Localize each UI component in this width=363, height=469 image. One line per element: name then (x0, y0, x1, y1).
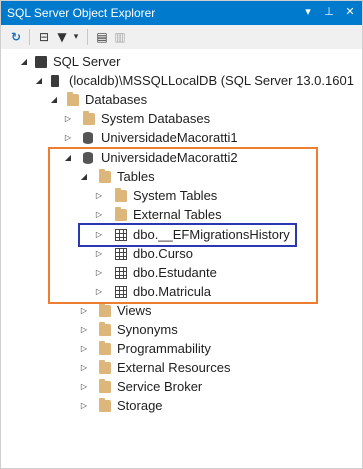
tree-item-storage[interactable]: ▷ Storage (1, 397, 362, 415)
toolbar-separator (87, 29, 88, 45)
tree-item-label: Views (117, 303, 152, 318)
collapse-arrow-icon[interactable]: ◢ (19, 53, 29, 71)
collapse-arrow-icon[interactable]: ◢ (49, 91, 59, 109)
tree-item-system-databases[interactable]: ▷ System Databases (1, 110, 362, 128)
tree-item-synonyms[interactable]: ▷ Synonyms (1, 321, 362, 339)
folder-icon (83, 111, 95, 125)
tree-item-label: Synonyms (117, 322, 178, 337)
tree-item-service-broker[interactable]: ▷ Service Broker (1, 378, 362, 396)
tree-item-label: Databases (85, 92, 148, 107)
object-explorer-window: SQL Server Object Explorer ▾ ⊥ ✕ ↻ ⊟ ▼ ▾… (0, 0, 363, 469)
toolbar: ↻ ⊟ ▼ ▾ ▤ ▥ (1, 25, 362, 50)
server-icon (51, 75, 59, 87)
tree-item-server-instance[interactable]: ◢ (localdb)\MSSQLLocalDB (SQL Server 13.… (1, 72, 362, 90)
tree-item-label: Programmability (117, 341, 211, 356)
highlight-box-migrations-table (78, 223, 297, 247)
tree-item-label: UniversidadeMacoratti1 (101, 130, 238, 145)
database-icon (83, 132, 93, 144)
sql-server-icon (35, 56, 47, 68)
dropdown-icon[interactable]: ▾ (301, 4, 315, 20)
pin-icon[interactable]: ⊥ (322, 4, 336, 20)
folder-icon (99, 379, 111, 393)
folder-icon (99, 360, 111, 374)
collapse-arrow-icon[interactable]: ◢ (34, 72, 44, 90)
tree-item-label: External Resources (117, 360, 231, 375)
tree-item-external-resources[interactable]: ▷ External Resources (1, 359, 362, 377)
disconnect-icon[interactable]: ▥ (111, 28, 129, 46)
expand-arrow-icon[interactable]: ▷ (79, 302, 89, 320)
folder-icon (99, 303, 111, 317)
close-icon[interactable]: ✕ (343, 4, 357, 20)
tree-item-label: Service Broker (117, 379, 203, 394)
tree-item-sql-server[interactable]: ◢ SQL Server (1, 53, 362, 71)
refresh-icon[interactable]: ↻ (7, 28, 25, 46)
expand-arrow-icon[interactable]: ▷ (79, 321, 89, 339)
tree-item-label: SQL Server (53, 54, 121, 69)
tree-item-label: System Databases (101, 111, 211, 126)
toolbar-separator (29, 29, 30, 45)
new-query-icon[interactable]: ▤ (93, 28, 111, 46)
tree-item-label: (localdb)\MSSQLLocalDB (SQL Server 13.0.… (69, 73, 354, 88)
folder-icon (99, 322, 111, 336)
collapse-all-icon[interactable]: ⊟ (35, 28, 53, 46)
filter-dropdown-icon[interactable]: ▾ (67, 28, 85, 46)
tree-item-database-1[interactable]: ▷ UniversidadeMacoratti1 (1, 129, 362, 147)
expand-arrow-icon[interactable]: ▷ (63, 110, 73, 128)
tree-item-databases[interactable]: ◢ Databases (1, 91, 362, 109)
expand-arrow-icon[interactable]: ▷ (79, 378, 89, 396)
window-title: SQL Server Object Explorer (7, 6, 156, 20)
expand-arrow-icon[interactable]: ▷ (79, 340, 89, 358)
tree-item-programmability[interactable]: ▷ Programmability (1, 340, 362, 358)
tree-item-views[interactable]: ▷ Views (1, 302, 362, 320)
title-bar: SQL Server Object Explorer ▾ ⊥ ✕ (1, 1, 362, 25)
expand-arrow-icon[interactable]: ▷ (79, 397, 89, 415)
expand-arrow-icon[interactable]: ▷ (79, 359, 89, 377)
folder-icon (67, 92, 79, 106)
folder-icon (99, 398, 111, 412)
tree-item-label: Storage (117, 398, 163, 413)
folder-icon (99, 341, 111, 355)
expand-arrow-icon[interactable]: ▷ (63, 129, 73, 147)
